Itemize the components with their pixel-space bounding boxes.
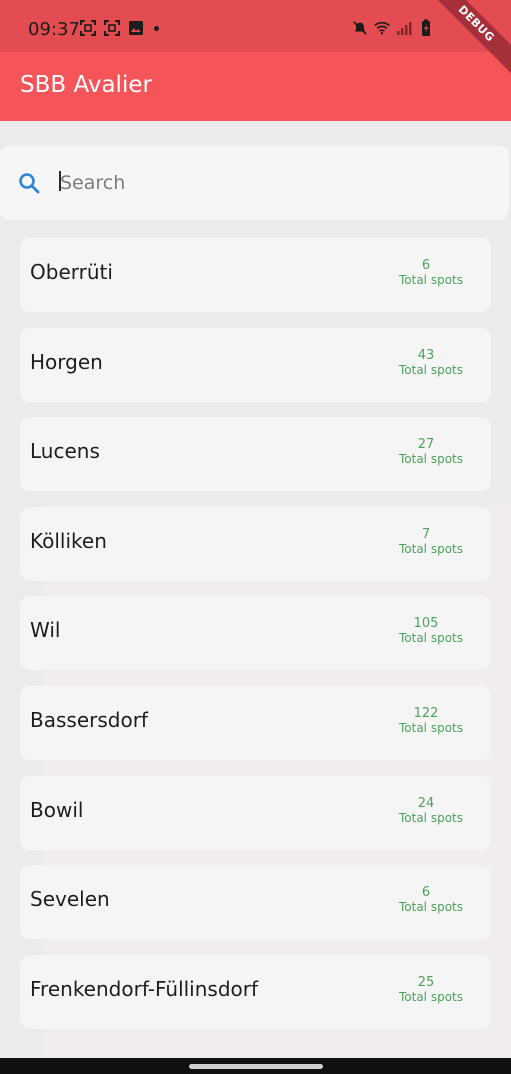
station-name: Bassersdorf	[30, 708, 148, 732]
total-spots-count: 105	[413, 616, 439, 631]
app-header: 09:37 DEBUG SBB Avalier	[0, 0, 511, 121]
station-name: Kölliken	[30, 529, 107, 553]
station-card[interactable]: Bassersdorf 122 Total spots	[20, 686, 491, 760]
total-spots-count: 25	[417, 975, 435, 990]
wifi-icon	[374, 20, 390, 36]
total-spots-label: Total spots	[398, 990, 463, 1004]
total-spots-label: Total spots	[398, 363, 463, 377]
status-icons-right	[352, 19, 434, 36]
search-box[interactable]	[0, 146, 509, 220]
mute-icon	[352, 20, 368, 36]
total-spots-label: Total spots	[398, 900, 463, 914]
total-spots-count: 24	[417, 796, 435, 811]
station-card[interactable]: Kölliken 7 Total spots	[20, 507, 491, 581]
screenshot-icon	[104, 20, 120, 36]
station-name: Frenkendorf-Füllinsdorf	[30, 977, 259, 1001]
screenshot-icon	[80, 20, 96, 36]
total-spots-count: 27	[417, 437, 435, 452]
search-icon	[17, 171, 41, 195]
image-icon	[128, 20, 144, 36]
text-cursor	[59, 171, 61, 191]
total-spots-label: Total spots	[398, 631, 463, 645]
station-card[interactable]: Lucens 27 Total spots	[20, 417, 491, 491]
total-spots-label: Total spots	[398, 452, 463, 466]
station-name: Wil	[30, 618, 61, 642]
total-spots-label: Total spots	[398, 721, 463, 735]
search-input[interactable]	[58, 167, 480, 199]
notification-dot-icon	[154, 25, 159, 31]
total-spots-count: 7	[421, 527, 431, 542]
station-card[interactable]: Bowil 24 Total spots	[20, 776, 491, 850]
battery-charging-icon	[418, 19, 434, 36]
status-bar: 09:37	[0, 0, 511, 52]
station-card[interactable]: Sevelen 6 Total spots	[20, 865, 491, 939]
status-icons-left	[80, 20, 159, 36]
station-name: Horgen	[30, 350, 103, 374]
total-spots-count: 6	[421, 885, 431, 900]
total-spots-label: Total spots	[398, 811, 463, 825]
total-spots-count: 6	[421, 258, 431, 273]
station-name: Oberrüti	[30, 260, 113, 284]
total-spots-count: 122	[413, 706, 439, 721]
station-name: Bowil	[30, 798, 84, 822]
station-card[interactable]: Frenkendorf-Füllinsdorf 25 Total spots	[20, 955, 491, 1029]
status-time: 09:37	[28, 19, 80, 40]
total-spots-label: Total spots	[398, 273, 463, 287]
app-title: SBB Avalier	[20, 72, 152, 98]
station-name: Sevelen	[30, 887, 110, 911]
signal-icon	[396, 20, 412, 36]
station-name: Lucens	[30, 439, 100, 463]
station-card[interactable]: Oberrüti 6 Total spots	[20, 238, 491, 312]
total-spots-label: Total spots	[398, 542, 463, 556]
station-card[interactable]: Horgen 43 Total spots	[20, 328, 491, 402]
total-spots-count: 43	[417, 348, 435, 363]
home-indicator[interactable]	[189, 1064, 323, 1069]
station-card[interactable]: Wil 105 Total spots	[20, 596, 491, 670]
